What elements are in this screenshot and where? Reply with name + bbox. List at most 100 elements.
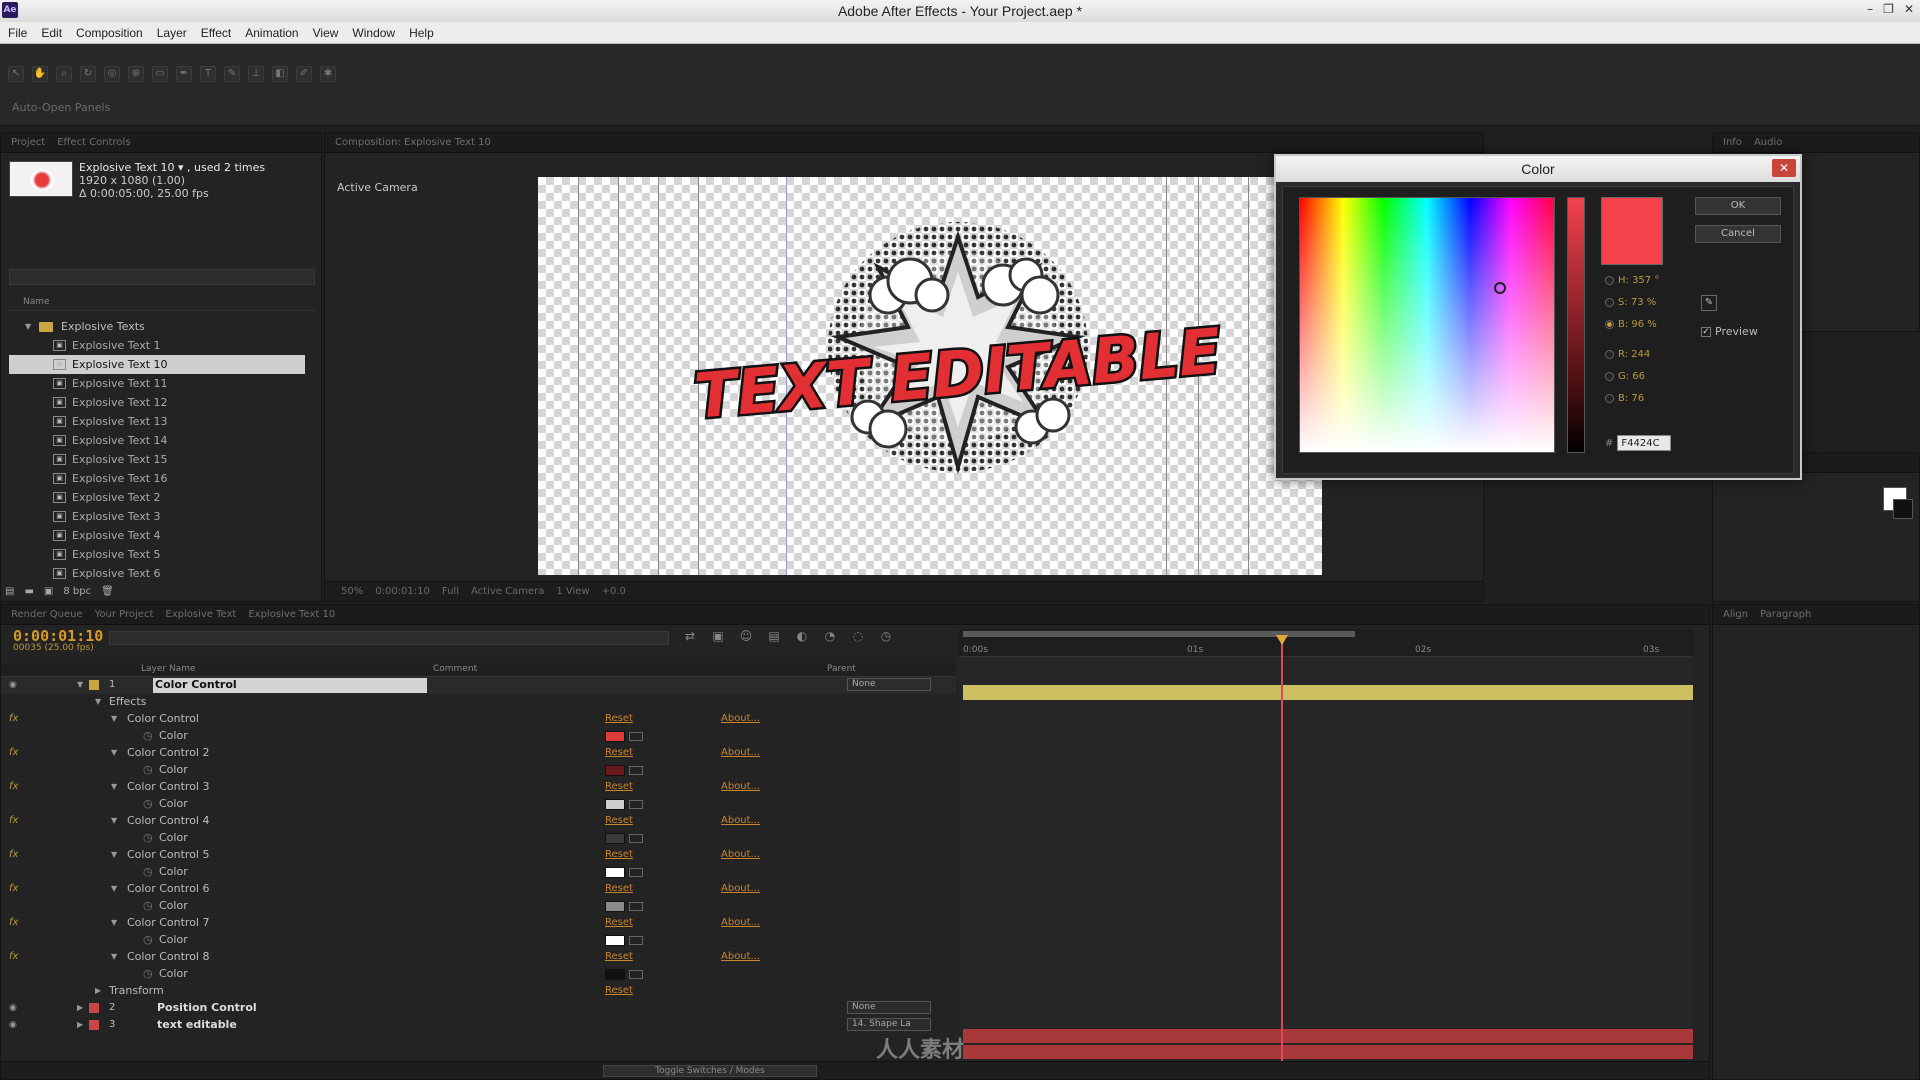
label-color[interactable] [89, 1003, 99, 1013]
eraser-tool-icon[interactable]: ◧ [272, 66, 288, 82]
color-swatch[interactable] [605, 867, 625, 878]
zoom-tool-icon[interactable]: ⌕ [56, 66, 72, 82]
project-item[interactable]: ▣ Explosive Text 14 [9, 431, 305, 450]
project-search-input[interactable] [9, 269, 315, 285]
effects-group[interactable]: ▼ Effects [1, 694, 956, 711]
stopwatch-icon[interactable]: ◷ [143, 763, 153, 776]
bpc-label[interactable]: 8 bpc [63, 586, 91, 597]
red-radio[interactable] [1605, 350, 1614, 359]
tab-paragraph[interactable]: Paragraph [1760, 609, 1811, 620]
collapse-triangle-icon[interactable]: ▶ [95, 986, 101, 995]
composition-canvas[interactable]: TEXT EDITABLE [538, 177, 1322, 575]
current-time-display[interactable]: 0:00:01:10 [375, 586, 430, 597]
views-select[interactable]: 1 View [556, 586, 589, 597]
reset-link[interactable]: Reset [605, 917, 633, 928]
expand-triangle-icon[interactable]: ▼ [111, 816, 117, 825]
green-radio[interactable] [1605, 372, 1614, 381]
graph-editor-icon[interactable]: ◔ [821, 629, 839, 645]
reset-link[interactable]: Reset [605, 985, 633, 996]
auto-open-panels-checkbox[interactable]: Auto-Open Panels [12, 101, 110, 114]
effect-row[interactable]: fx ▼ Color Control 7 Reset About... [1, 915, 956, 932]
close-window-button[interactable]: ✕ [1904, 2, 1914, 16]
col-comment[interactable]: Comment [433, 664, 477, 674]
cancel-button[interactable]: Cancel [1695, 225, 1781, 243]
new-folder-icon[interactable]: ▬ [24, 586, 33, 597]
about-link[interactable]: About... [721, 713, 760, 724]
fx-icon[interactable]: fx [9, 917, 18, 928]
about-link[interactable]: About... [721, 747, 760, 758]
stopwatch-icon[interactable]: ◷ [143, 729, 153, 742]
effect-name[interactable]: Color Control 5 [127, 848, 209, 861]
type-tool-icon[interactable]: T [200, 66, 216, 82]
effect-name[interactable]: Color Control 2 [127, 746, 209, 759]
effect-row[interactable]: fx ▼ Color Control Reset About... [1, 711, 956, 728]
green-value[interactable]: G: 66 [1618, 371, 1645, 382]
color-swatch[interactable] [605, 833, 625, 844]
fx-icon[interactable]: fx [9, 713, 18, 724]
hue-radio[interactable] [1605, 276, 1614, 285]
color-property-row[interactable]: ◷ Color [1, 898, 956, 915]
about-link[interactable]: About... [721, 849, 760, 860]
blue-radio[interactable] [1605, 394, 1614, 403]
eye-icon[interactable]: ◉ [9, 1003, 17, 1013]
reset-link[interactable]: Reset [605, 849, 633, 860]
frame-blending-icon[interactable]: ▤ [765, 629, 783, 645]
tab-effect-controls[interactable]: Effect Controls [57, 137, 130, 148]
about-link[interactable]: About... [721, 815, 760, 826]
color-swatch[interactable] [605, 765, 625, 776]
tab-your-project[interactable]: Your Project [95, 609, 154, 620]
playhead-line[interactable] [1281, 637, 1283, 1069]
tab-align[interactable]: Align [1723, 609, 1748, 620]
color-picker-cursor[interactable] [1494, 282, 1506, 294]
reset-link[interactable]: Reset [605, 883, 633, 894]
collapse-triangle-icon[interactable]: ▶ [77, 1003, 83, 1012]
parent-select[interactable]: None [847, 1001, 931, 1014]
selection-tool-icon[interactable]: ↖ [8, 66, 24, 82]
expand-triangle-icon[interactable]: ▼ [111, 714, 117, 723]
effect-name[interactable]: Color Control 8 [127, 950, 209, 963]
color-property-row[interactable]: ◷ Color [1, 966, 956, 983]
eyedropper-icon[interactable] [629, 936, 643, 945]
stopwatch-icon[interactable]: ◷ [143, 831, 153, 844]
stroke-color-swatch[interactable] [1893, 499, 1913, 519]
tab-composition[interactable]: Composition: Explosive Text 10 [335, 137, 491, 148]
motion-blur-icon[interactable]: ◐ [793, 629, 811, 645]
blue-value[interactable]: B: 76 [1618, 393, 1644, 404]
pan-behind-tool-icon[interactable]: ⊕ [128, 66, 144, 82]
eyedropper-icon[interactable] [629, 766, 643, 775]
menu-window[interactable]: Window [352, 26, 395, 40]
project-item[interactable]: ▣ Explosive Text 16 [9, 469, 305, 488]
brightness-value[interactable]: B: 96 % [1618, 319, 1657, 330]
project-item[interactable]: ▣ Explosive Text 4 [9, 526, 305, 545]
reset-link[interactable]: Reset [605, 951, 633, 962]
effect-name[interactable]: Color Control 6 [127, 882, 209, 895]
project-item[interactable]: ▣ Explosive Text 10 [9, 355, 305, 374]
fx-icon[interactable]: fx [9, 815, 18, 826]
ok-button[interactable]: OK [1695, 197, 1781, 215]
project-item[interactable]: ▣ Explosive Text 5 [9, 545, 305, 564]
roto-brush-tool-icon[interactable]: ✐ [296, 66, 312, 82]
reset-link[interactable]: Reset [605, 713, 633, 724]
tab-audio[interactable]: Audio [1754, 137, 1782, 148]
expand-triangle-icon[interactable]: ▼ [111, 884, 117, 893]
trash-icon[interactable]: 🗑 [101, 586, 114, 597]
mask-tool-icon[interactable]: ▭ [152, 66, 168, 82]
layer-bar-position-control[interactable] [963, 1029, 1693, 1043]
color-property-row[interactable]: ◷ Color [1, 864, 956, 881]
expand-triangle-icon[interactable]: ▼ [95, 697, 101, 706]
color-swatch[interactable] [605, 969, 625, 980]
effect-name[interactable]: Color Control [127, 712, 199, 725]
saturation-value[interactable]: S: 73 % [1618, 297, 1656, 308]
menu-view[interactable]: View [313, 26, 339, 40]
draft-3d-icon[interactable]: ▣ [709, 629, 727, 645]
eyedropper-icon[interactable] [629, 732, 643, 741]
stopwatch-icon[interactable]: ◷ [143, 899, 153, 912]
reset-link[interactable]: Reset [605, 815, 633, 826]
about-link[interactable]: About... [721, 917, 760, 928]
rotate-tool-icon[interactable]: ↻ [80, 66, 96, 82]
col-layer-name[interactable]: Layer Name [141, 664, 196, 674]
maximize-button[interactable]: ❐ [1883, 2, 1894, 16]
menu-layer[interactable]: Layer [157, 26, 187, 40]
toggle-switches-modes-button[interactable]: Toggle Switches / Modes [603, 1065, 817, 1077]
timeline-search-input[interactable] [109, 631, 669, 645]
